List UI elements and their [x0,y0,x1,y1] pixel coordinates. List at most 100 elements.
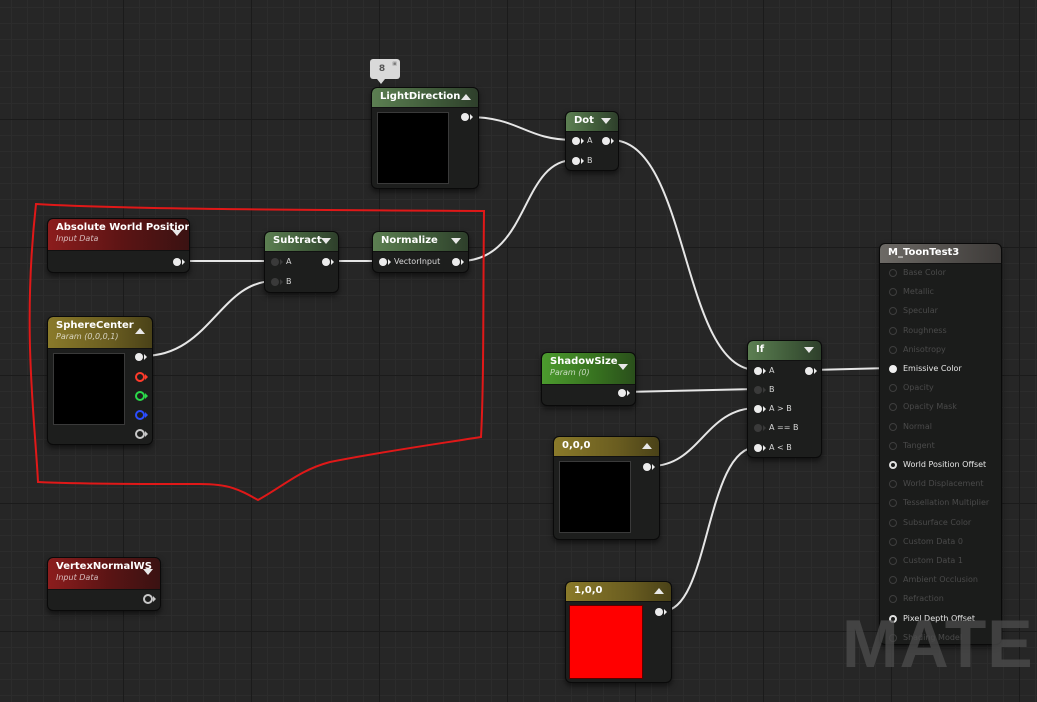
collapse-preview-icon[interactable] [642,443,652,449]
collapse-preview-icon[interactable] [654,588,664,594]
node-header[interactable]: VertexNormalWS Input Data [48,558,160,590]
result-input-pin[interactable] [889,576,897,585]
collapse-preview-icon[interactable] [461,94,471,100]
output-pin-r[interactable] [135,372,148,382]
input-pin-a[interactable] [271,258,283,266]
collapse-icon[interactable] [143,569,153,575]
pin-label-a: A [587,136,593,145]
output-pin[interactable] [173,258,185,266]
node-title: 0,0,0 [562,440,591,451]
input-pin-a[interactable] [754,367,766,375]
pin-label-a-gt-b: A > B [769,404,792,413]
collapse-icon[interactable] [618,364,628,370]
node-light-direction[interactable]: LightDirection [371,87,479,189]
node-constant-000[interactable]: 0,0,0 [553,436,660,540]
node-header[interactable]: Subtract [265,232,338,252]
input-pin-a-lt-b[interactable] [754,444,766,452]
output-pin[interactable] [602,137,614,145]
result-input-pin[interactable] [889,269,897,277]
result-input-pin[interactable] [889,384,897,393]
output-pin[interactable] [143,594,156,604]
node-header[interactable]: ShadowSize Param (0) [542,353,635,385]
node-header[interactable]: Normalize [373,232,468,252]
result-input-pin[interactable] [889,480,897,489]
result-pin-label: World Displacement [903,479,984,489]
input-pin-a-eq-b[interactable] [754,424,766,432]
node-if[interactable]: If A B A > B A == B A < B [747,340,822,458]
node-title: 1,0,0 [574,585,603,596]
node-normalize[interactable]: Normalize VectorInput [372,231,469,273]
result-input-pin[interactable] [889,288,897,297]
input-pin-a-gt-b[interactable] [754,405,766,413]
result-input-pin[interactable] [889,345,897,354]
node-header[interactable]: M_ToonTest3 [880,244,1001,264]
result-input-pin[interactable] [889,461,897,469]
material-watermark: MATER [842,606,1037,682]
node-header[interactable]: LightDirection [372,88,478,108]
node-header[interactable]: Dot [566,112,618,132]
input-pin-b[interactable] [754,386,766,394]
node-header[interactable]: 1,0,0 [566,582,671,602]
node-title: ShadowSize [550,356,618,367]
node-title: M_ToonTest3 [888,247,960,258]
output-pin[interactable] [618,389,630,397]
wire-lightdirection-to-dot-a [467,116,575,141]
output-pin[interactable] [643,463,655,471]
result-pin-label: Subsurface Color [903,517,972,527]
node-header[interactable]: SphereCenter Param (0,0,0,1) [48,317,152,349]
comment-bubble[interactable]: 8 ▣ [370,59,400,84]
result-pin-label: Tessellation Multiplier [903,498,990,508]
result-input-pin[interactable] [889,403,897,412]
output-pin[interactable] [452,258,464,266]
node-material-result[interactable]: M_ToonTest3 Base Color Metallic Specular Ro… [879,243,1002,645]
collapse-icon[interactable] [601,118,611,124]
output-pin-a[interactable] [135,429,148,439]
comment-count: 8 [378,64,386,74]
result-input-pin[interactable] [889,307,897,316]
node-vertex-normal-ws[interactable]: VertexNormalWS Input Data [47,557,161,611]
result-input-pin[interactable] [889,499,897,508]
node-header[interactable]: 0,0,0 [554,437,659,457]
collapse-icon[interactable] [321,238,331,244]
result-pin-label: World Position Offset [903,460,987,469]
input-pin-vectorinput[interactable] [379,258,391,266]
input-pin-b[interactable] [572,157,584,165]
collapse-icon[interactable] [172,230,182,236]
result-pin-label: Refraction [903,594,944,604]
result-input-pin[interactable] [889,557,897,565]
result-input-pin[interactable] [889,422,897,431]
node-title: Subtract [273,235,322,246]
collapse-icon[interactable] [804,347,814,353]
node-header[interactable]: If [748,341,821,361]
collapse-icon[interactable] [451,238,461,244]
pin-label-vectorinput: VectorInput [394,257,441,266]
node-header[interactable]: Absolute World Position Input Data [48,219,189,251]
output-pin[interactable] [322,258,334,266]
node-constant-100[interactable]: 1,0,0 [565,581,672,683]
node-preview-red [569,605,643,679]
node-dot[interactable]: Dot A B [565,111,619,171]
node-absolute-world-position[interactable]: Absolute World Position Input Data [47,218,190,273]
result-pin-label: Opacity [903,383,934,393]
node-sphere-center[interactable]: SphereCenter Param (0,0,0,1) [47,316,153,445]
node-shadow-size[interactable]: ShadowSize Param (0) [541,352,636,406]
output-pin[interactable] [461,113,473,121]
result-input-pin[interactable] [889,326,897,335]
node-subtitle: Param (0) [550,368,590,377]
result-input-pin[interactable] [889,595,897,604]
result-input-pin[interactable] [889,365,897,373]
input-pin-b[interactable] [271,278,283,286]
output-pin-b[interactable] [135,410,148,420]
input-pin-a[interactable] [572,137,584,145]
pin-label-a-lt-b: A < B [769,443,792,452]
result-input-pin[interactable] [889,441,897,450]
output-pin[interactable] [655,608,667,616]
output-pin-rgba[interactable] [135,353,147,361]
result-input-pin[interactable] [889,537,897,546]
output-pin-g[interactable] [135,391,148,401]
result-input-pin[interactable] [889,518,897,527]
collapse-preview-icon[interactable] [135,328,145,334]
node-subtract[interactable]: Subtract A B [264,231,339,293]
output-pin[interactable] [805,367,817,375]
wire-dot-to-if-a [610,139,758,371]
